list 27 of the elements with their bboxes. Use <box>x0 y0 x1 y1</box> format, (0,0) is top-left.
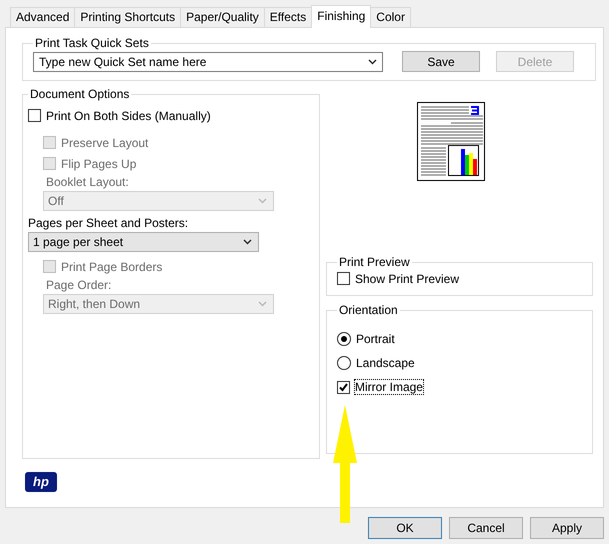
save-button[interactable]: Save <box>402 51 480 72</box>
checkbox[interactable]: Show Print Preview <box>336 270 582 287</box>
dialog-button[interactable]: Cancel <box>449 517 523 539</box>
radio-button[interactable]: Landscape <box>336 351 415 375</box>
dialog-button[interactable]: Apply <box>530 517 604 539</box>
radio-button[interactable]: Portrait <box>336 327 395 351</box>
caret-icon <box>243 239 252 245</box>
tab[interactable]: Color <box>370 7 411 27</box>
field-label: Page Order: <box>46 278 112 292</box>
caret-icon <box>258 198 267 204</box>
group-title: Orientation <box>338 303 399 317</box>
tab[interactable]: Advanced <box>10 7 76 27</box>
group-title: Print Preview <box>338 255 411 269</box>
caret-icon <box>368 58 377 64</box>
checkmark-icon <box>338 382 349 392</box>
dropdown[interactable]: 1 page per sheet <box>28 232 259 252</box>
caret-icon <box>258 301 267 307</box>
dialog-button[interactable]: OK <box>368 517 442 539</box>
logo: hp <box>25 472 57 492</box>
checkbox[interactable]: Mirror Image <box>336 375 423 399</box>
checkbox[interactable]: Print On Both Sides (Manually) <box>28 107 211 124</box>
field-label: Booklet Layout: <box>46 175 129 189</box>
group-title: Document Options <box>29 87 130 101</box>
tab[interactable]: Finishing <box>311 5 372 28</box>
group-title: Print Task Quick Sets <box>34 36 150 50</box>
field-label: Pages per Sheet and Posters: <box>28 216 188 230</box>
quick-set-combo[interactable]: Type new Quick Set name here <box>33 52 383 72</box>
